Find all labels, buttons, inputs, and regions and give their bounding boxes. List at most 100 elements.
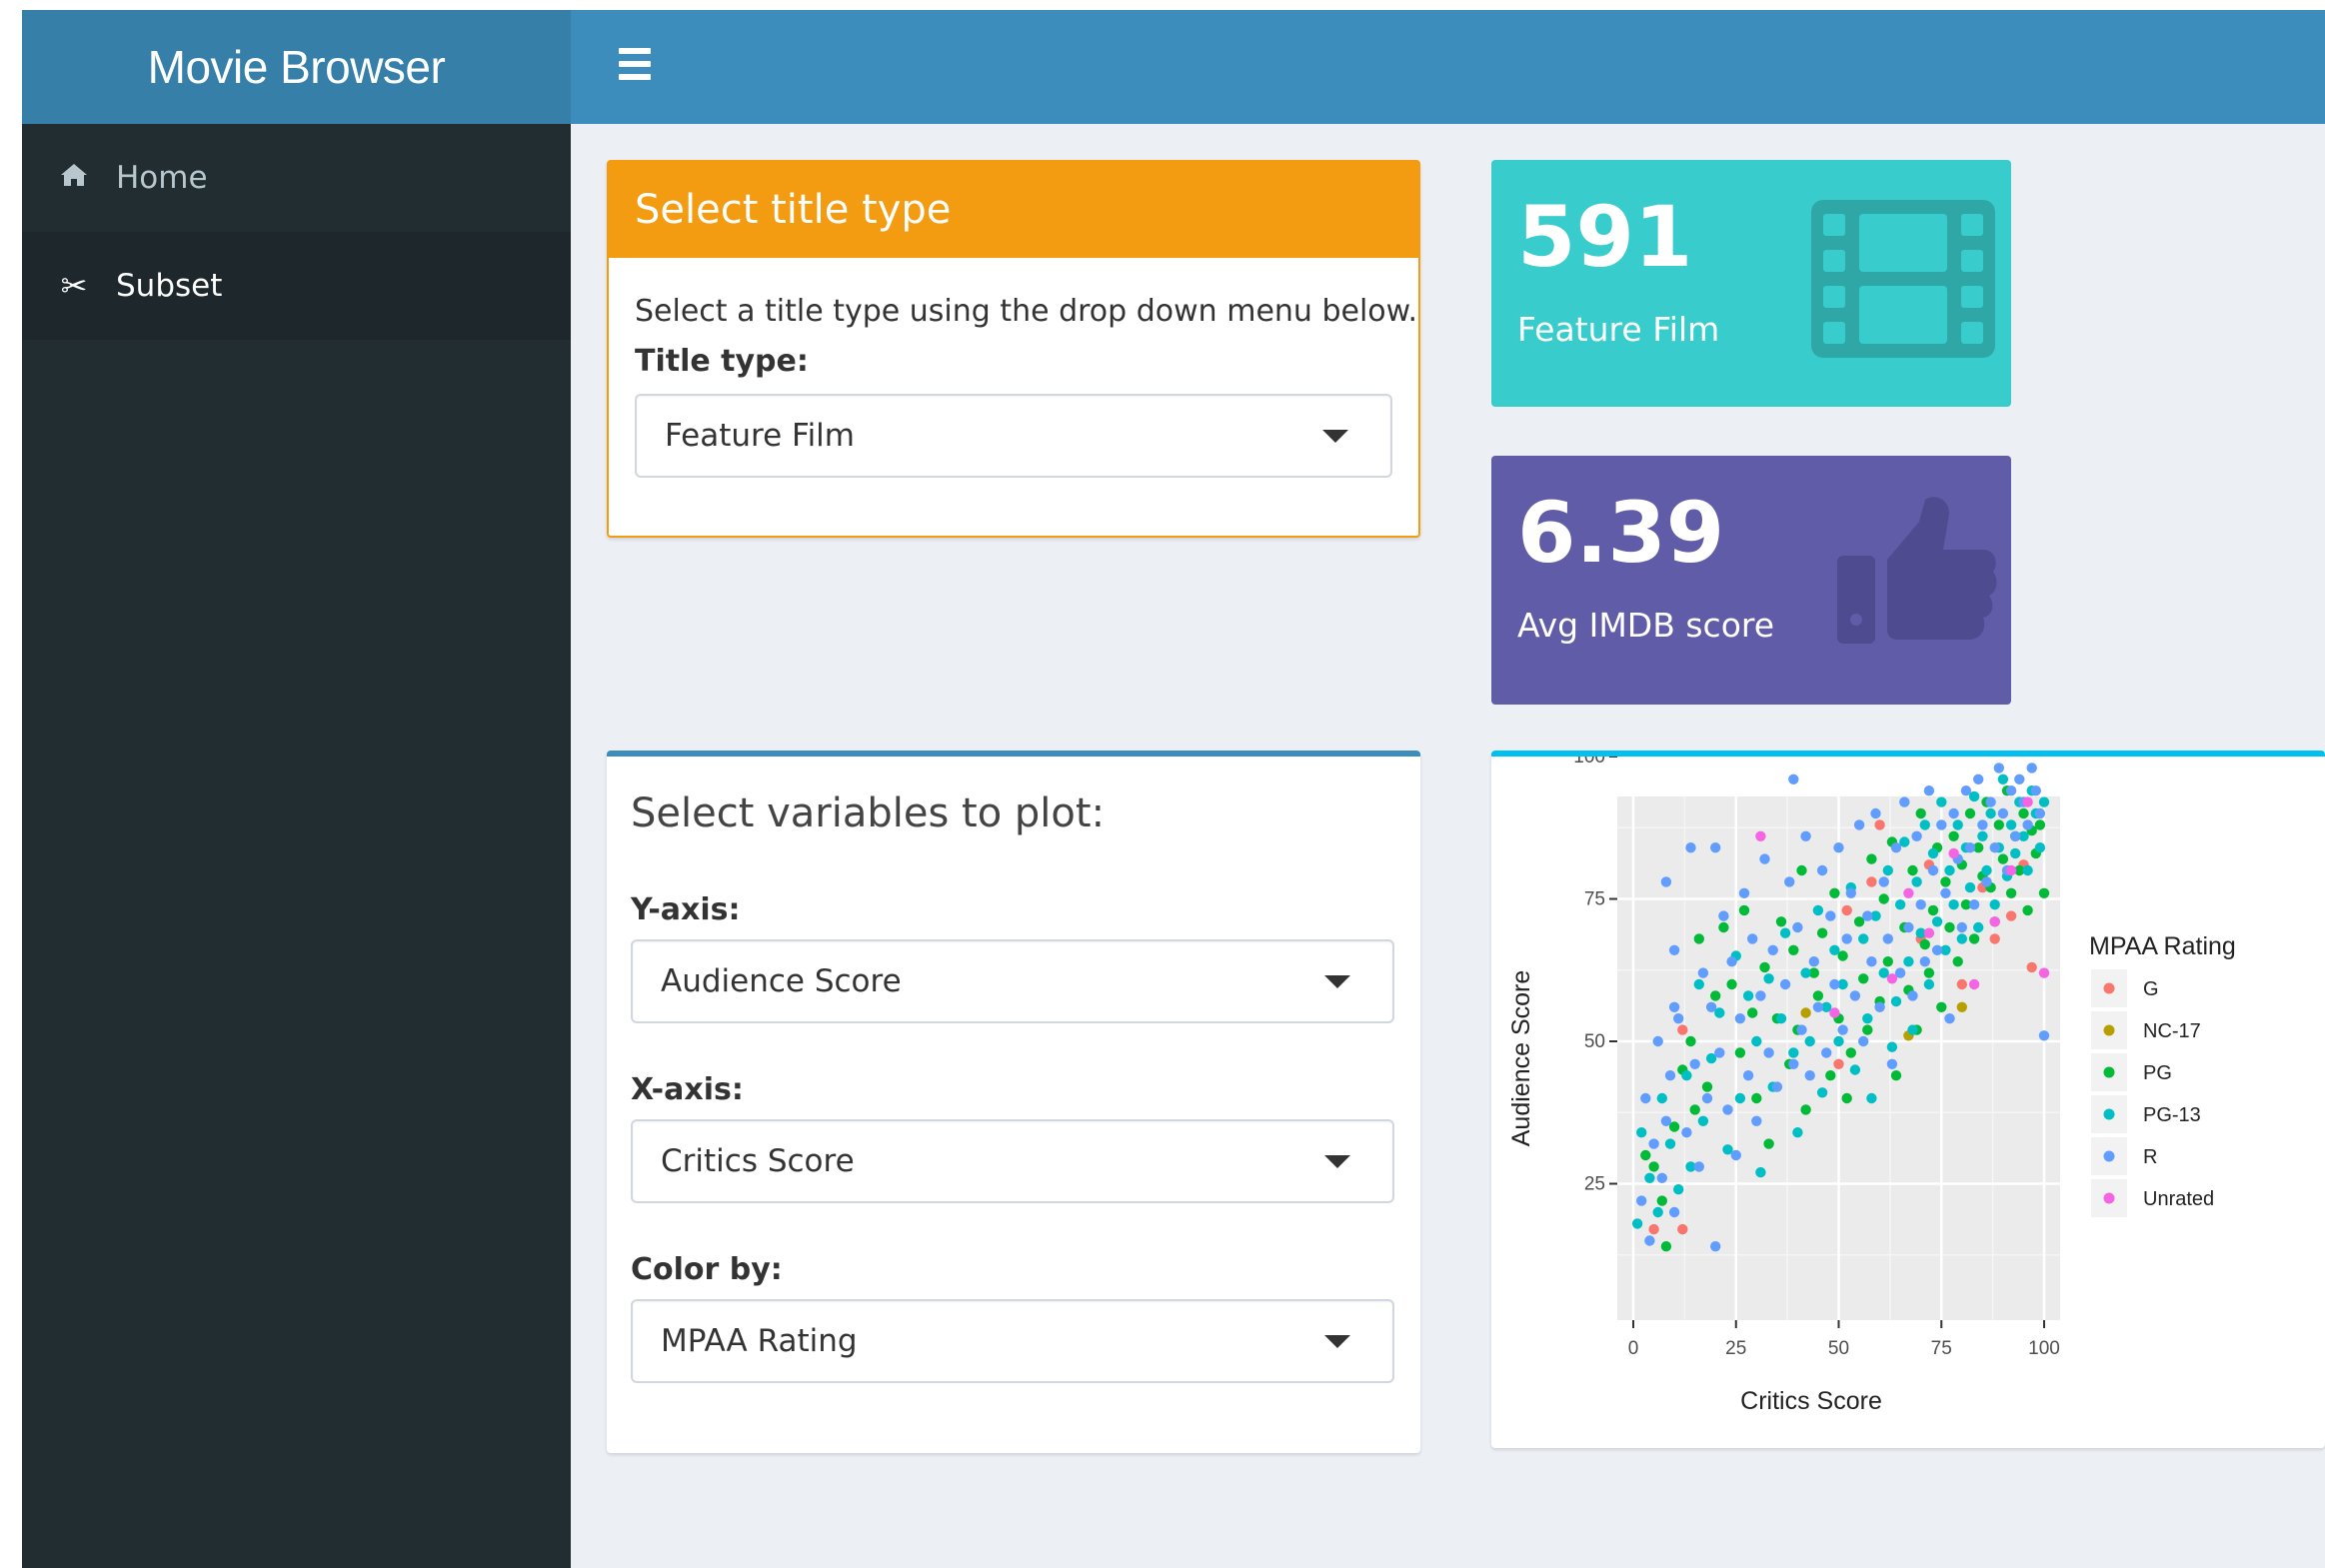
data-point [1808, 956, 1819, 967]
data-point [1648, 1223, 1659, 1235]
y-ticks: 25 50 75 100 [1573, 747, 1617, 1195]
data-point [2010, 847, 2021, 859]
data-point [1907, 990, 1918, 1001]
data-point [1903, 921, 1914, 933]
select-value: Audience Score [661, 963, 902, 999]
data-point [1771, 1081, 1783, 1092]
caret-down-icon [1322, 430, 1348, 443]
data-point [1899, 796, 1910, 807]
data-point [1636, 1195, 1647, 1206]
data-point [1944, 921, 1955, 933]
legend-swatch [2103, 1192, 2115, 1204]
data-point [1829, 944, 1840, 955]
data-point [1800, 967, 1811, 978]
variables-box: Select variables to plot: Y-axis: Audien… [607, 751, 1420, 1453]
data-point [1640, 1092, 1651, 1104]
data-point [1968, 899, 1980, 910]
select-value: Feature Film [665, 418, 855, 454]
data-point [1866, 876, 1877, 887]
data-point [1668, 1206, 1680, 1218]
score-value-box: 6.39 Avg IMDB score [1491, 456, 2011, 705]
data-point [1977, 830, 1988, 841]
data-point [1936, 796, 1947, 807]
sidebar-item-home[interactable]: Home [22, 124, 571, 232]
data-point [2022, 864, 2033, 876]
home-icon [54, 161, 94, 196]
data-point [1936, 819, 1947, 830]
data-point [1812, 1001, 1824, 1012]
data-point [1804, 1035, 1815, 1047]
data-point [1681, 1070, 1692, 1081]
bars-icon[interactable] [619, 48, 653, 82]
data-point [1981, 876, 1992, 887]
data-point [1788, 1047, 1799, 1058]
data-point [1652, 1206, 1663, 1218]
data-point [1993, 763, 2004, 774]
x-axis-select[interactable]: Critics Score [631, 1119, 1394, 1203]
data-point [1673, 1013, 1684, 1024]
data-point [1656, 1172, 1667, 1183]
data-point [1989, 842, 2000, 853]
data-point [1697, 1115, 1709, 1126]
legend-swatch [2103, 1108, 2115, 1120]
data-point [1952, 956, 1963, 967]
data-point [1800, 1007, 1811, 1018]
data-point [1973, 921, 1984, 933]
data-point [2038, 1030, 2050, 1041]
data-point [1968, 978, 1980, 990]
data-point [1944, 1013, 1955, 1024]
data-point [1923, 785, 1935, 796]
data-point [1858, 1035, 1869, 1047]
data-point [1829, 978, 1840, 990]
sidebar-item-label: Home [116, 160, 208, 196]
data-point [1664, 1070, 1676, 1081]
data-point [1956, 921, 1967, 933]
data-point [1722, 1104, 1733, 1115]
data-point [1821, 1047, 1832, 1058]
legend-swatch [2103, 1024, 2115, 1036]
data-point [1948, 899, 1959, 910]
color-by-select[interactable]: MPAA Rating [631, 1299, 1394, 1383]
legend-title: MPAA Rating [2089, 932, 2236, 960]
data-point [1710, 1241, 1721, 1252]
select-value: MPAA Rating [661, 1323, 858, 1359]
data-point [1636, 1127, 1647, 1138]
scatter-plot: 25 50 75 100 0 25 50 75 100 Critics Score Audie… [1507, 747, 2236, 1415]
data-point [1664, 1138, 1676, 1149]
data-point [1841, 904, 1852, 916]
title-type-label: Title type: [635, 344, 809, 379]
data-point [1718, 921, 1729, 933]
legend-swatch [2103, 1150, 2115, 1162]
data-point [1738, 887, 1750, 898]
data-point [2022, 904, 2033, 916]
data-point [1849, 990, 1861, 1001]
sidebar-item-subset[interactable]: ✂ Subset [22, 232, 571, 340]
data-point [1890, 1070, 1902, 1081]
data-point [1948, 807, 1959, 819]
data-point [1997, 807, 2009, 819]
count-subtitle: Feature Film [1517, 310, 1720, 349]
data-point [1656, 1092, 1667, 1104]
data-point [1804, 1070, 1815, 1081]
data-point [1882, 864, 1893, 876]
y-tick-label: 25 [1584, 1174, 1605, 1195]
y-axis-select[interactable]: Audience Score [631, 939, 1394, 1023]
data-point [1903, 887, 1914, 898]
data-point [1775, 916, 1787, 927]
app-title: Movie Browser [22, 10, 571, 124]
data-point [1685, 842, 1696, 853]
data-point [1973, 774, 1984, 784]
title-type-select[interactable]: Feature Film [635, 394, 1392, 478]
data-point [1833, 1035, 1844, 1047]
data-point [1812, 904, 1824, 916]
data-point [1755, 990, 1766, 1001]
data-point [2038, 967, 2050, 978]
data-point [1677, 1223, 1688, 1235]
data-point [1829, 1007, 1840, 1018]
data-point [1923, 978, 1935, 990]
data-point [1874, 819, 1885, 830]
data-point [1985, 796, 1996, 807]
select-value: Critics Score [661, 1143, 855, 1179]
data-point [2005, 819, 2017, 830]
data-point [1656, 1195, 1667, 1206]
